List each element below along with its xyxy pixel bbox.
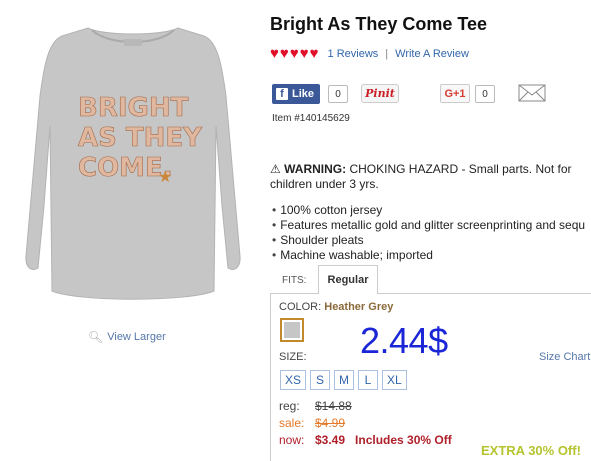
warning-icon: ⚠ — [270, 162, 281, 176]
now-price-label: now: — [279, 433, 305, 447]
promo-badge: EXTRA 30% Off! — [481, 443, 581, 458]
heart-icon: ♥ — [270, 45, 279, 62]
heart-icon: ♥ — [299, 45, 309, 62]
view-larger-link[interactable]: 🔍︎ View Larger — [88, 330, 166, 344]
facebook-like-label: Like — [292, 88, 315, 100]
heart-icon: ♥ — [309, 45, 319, 62]
heart-icon: ♥ — [289, 45, 299, 62]
magnifier-icon: 🔍︎ — [88, 330, 104, 344]
product-title: Bright As They Come Tee — [270, 14, 488, 34]
color-swatch-heather-grey[interactable] — [280, 318, 304, 342]
regular-price-row: reg: $14.88 — [279, 398, 452, 415]
size-option-xl[interactable]: XL — [382, 370, 407, 390]
product-image[interactable]: BRIGHT AS THEY COME. ★ — [8, 6, 258, 306]
swatch-fill — [284, 322, 300, 338]
facebook-like-count: 0 — [328, 85, 348, 103]
warning-label: WARNING: — [284, 162, 347, 176]
price-block: reg: $14.88 sale: $4.99 now: $3.49 Inclu… — [279, 398, 452, 449]
feature-item: Shoulder pleats — [270, 233, 591, 248]
size-label: SIZE: — [279, 351, 307, 363]
heart-icon: ♥ — [279, 45, 289, 62]
rating-row: ♥ ♥ ♥ ♥ ♥ 1 Reviews | Write A Review — [270, 46, 469, 61]
sale-price-label: sale: — [279, 416, 305, 430]
item-number: Item #140145629 — [272, 113, 350, 124]
rating-hearts: ♥ ♥ ♥ ♥ ♥ — [270, 46, 320, 61]
size-chart-link[interactable]: Size Chart — [539, 351, 590, 363]
mail-icon[interactable] — [518, 84, 546, 102]
pinterest-pinit-button[interactable]: Pinit — [361, 84, 399, 103]
sparkle-star-icon: ★ — [158, 169, 172, 186]
facebook-like-button[interactable]: f Like — [272, 84, 321, 104]
tab-regular[interactable]: Regular — [318, 265, 378, 294]
write-review-link[interactable]: Write A Review — [395, 48, 469, 60]
feature-list: 100% cotton jersey Features metallic gol… — [270, 203, 591, 263]
color-row: COLOR: Heather Grey — [279, 301, 393, 313]
rating-separator: | — [385, 47, 389, 60]
color-label: COLOR: — [279, 301, 322, 313]
tee-print-line-1: BRIGHT — [78, 93, 189, 123]
reviews-link[interactable]: 1 Reviews — [328, 48, 379, 60]
color-value: Heather Grey — [324, 301, 394, 313]
overlay-price-annotation: 2.44$ — [360, 320, 448, 361]
size-option-m[interactable]: M — [334, 370, 355, 390]
fit-label: FITS: — [282, 275, 307, 286]
now-price-value: $3.49 — [315, 433, 346, 447]
feature-item: 100% cotton jersey — [270, 203, 591, 218]
feature-item: Features metallic gold and glitter scree… — [270, 218, 591, 233]
google-plus-count: 0 — [475, 85, 495, 103]
view-larger-label: View Larger — [107, 331, 166, 343]
choking-warning: ⚠ WARNING: CHOKING HAZARD - Small parts.… — [270, 162, 588, 192]
size-option-l[interactable]: L — [358, 370, 379, 390]
facebook-icon: f — [276, 88, 288, 100]
regular-price-value: $14.88 — [315, 399, 352, 413]
size-option-xs[interactable]: XS — [280, 370, 307, 390]
tee-label — [124, 39, 142, 46]
size-option-s[interactable]: S — [310, 370, 331, 390]
size-selector: XS S M L XL — [280, 370, 407, 390]
regular-price-label: reg: — [279, 399, 300, 413]
discount-note: Includes 30% Off — [355, 433, 452, 447]
google-plus-button[interactable]: G+1 — [440, 84, 470, 103]
now-price-row: now: $3.49 Includes 30% Off — [279, 432, 452, 449]
tee-print-line-2: AS THEY — [78, 123, 203, 153]
feature-item: Machine washable; imported — [270, 248, 591, 263]
sale-price-value: $4.99 — [315, 416, 346, 430]
sale-price-row: sale: $4.99 — [279, 415, 452, 432]
